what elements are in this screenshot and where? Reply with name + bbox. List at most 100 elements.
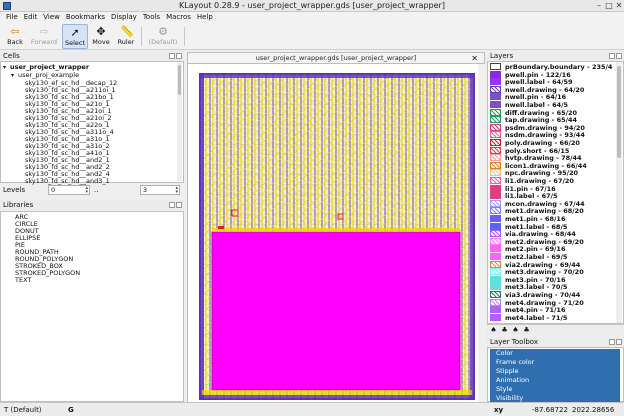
- group-layer-icon[interactable]: ♠: [511, 326, 520, 335]
- close-view-button[interactable]: ✕: [471, 53, 478, 64]
- toolbox-section-frame-color[interactable]: Frame color: [490, 358, 620, 367]
- default-mode-button[interactable]: ⚙ (Default): [145, 24, 181, 49]
- forward-button[interactable]: ⇨ Forward: [28, 24, 60, 49]
- select-tool-button[interactable]: ➚ Select: [62, 24, 88, 49]
- layer-swatch-icon: [490, 253, 501, 260]
- menu-file[interactable]: File: [3, 12, 21, 23]
- chevron-down-icon[interactable]: ▾: [3, 64, 10, 72]
- float-panel-button[interactable]: [609, 53, 615, 59]
- cells-scrollbar[interactable]: [177, 63, 182, 181]
- default-label: (Default): [148, 38, 178, 46]
- user-macro-block: [211, 231, 461, 391]
- remove-layer-icon[interactable]: ♣: [500, 326, 509, 335]
- status-x-coordinate: -87.68722: [532, 406, 568, 414]
- chevron-down-icon[interactable]: ▾: [11, 72, 18, 80]
- layer-swatch-icon: [490, 192, 501, 200]
- maximize-button[interactable]: □: [604, 1, 614, 10]
- spin-arrows-icon[interactable]: ▴ ▾: [175, 186, 178, 195]
- layer-swatch-icon: [490, 275, 501, 283]
- layer-swatch-icon: [490, 139, 501, 146]
- menu-macros[interactable]: Macros: [163, 12, 194, 23]
- libraries-panel-title: Libraries: [3, 201, 34, 209]
- libraries-panel-header: Libraries: [0, 200, 184, 210]
- status-bar: T (Default) G xy -87.68722 2022.28656: [0, 402, 624, 416]
- layout-canvas[interactable]: [187, 64, 485, 402]
- layer-swatch-icon: [490, 161, 501, 169]
- float-panel-button[interactable]: [609, 339, 615, 345]
- status-mode: T (Default): [4, 406, 42, 414]
- ruler-tool-button[interactable]: 📏 Ruler: [114, 24, 138, 49]
- float-panel-button[interactable]: [169, 53, 175, 59]
- levels-from-spinbox[interactable]: 0 ▴ ▾: [48, 185, 90, 195]
- levels-to-spinbox[interactable]: 3 ▴ ▾: [140, 185, 180, 195]
- layers-list[interactable]: prBoundary.boundary - 235/4 pwell.pin - 1…: [487, 61, 624, 324]
- cells-tree[interactable]: ▾ user_project_wrapper ▾ user_proj_example…: [0, 61, 184, 185]
- tree-child-label: user_proj_example: [18, 71, 80, 79]
- library-cell-item[interactable]: TEXT: [15, 276, 31, 284]
- libraries-list[interactable]: ARC CIRCLE DONUT ELLIPSE PIE ROUND_PATH ROUND_…: [0, 211, 184, 402]
- close-panel-button[interactable]: [616, 53, 622, 59]
- menu-display[interactable]: Display: [108, 12, 140, 23]
- ungroup-layer-icon[interactable]: ♣: [522, 326, 531, 335]
- menu-edit[interactable]: Edit: [21, 12, 41, 23]
- layer-name: met4.label - 71/5: [505, 313, 568, 322]
- layer-swatch-icon: [490, 237, 501, 245]
- toolbox-section-stipple[interactable]: Stipple: [490, 367, 620, 376]
- levels-label: Levels: [3, 186, 26, 194]
- menu-help[interactable]: Help: [194, 12, 216, 23]
- close-panel-button[interactable]: [176, 202, 182, 208]
- menu-bookmarks[interactable]: Bookmarks: [63, 12, 108, 23]
- layer-swatch-icon: [490, 131, 501, 139]
- toolbox-section-color[interactable]: Color: [490, 349, 620, 358]
- float-panel-button[interactable]: [169, 202, 175, 208]
- layer-swatch-icon: [490, 207, 501, 215]
- layer-toolbox-header: Layer Toolbox: [487, 337, 624, 347]
- layers-scrollbar[interactable]: [616, 62, 622, 323]
- layer-swatch-icon: [490, 184, 501, 192]
- layer-swatch-icon: [490, 78, 501, 86]
- minimize-button[interactable]: –: [594, 1, 604, 10]
- add-layer-icon[interactable]: ♠: [489, 326, 498, 335]
- layer-row[interactable]: met4.label - 71/5: [488, 313, 618, 322]
- layer-swatch-icon: [490, 116, 501, 124]
- cursor-icon: ➚: [70, 26, 80, 39]
- levels-separator: ..: [94, 186, 99, 194]
- move-label: Move: [92, 38, 110, 46]
- status-y-coordinate: 2022.28656: [572, 406, 615, 414]
- toolbox-section-style[interactable]: Style: [490, 385, 620, 394]
- spin-arrows-icon[interactable]: ▴ ▾: [85, 186, 88, 195]
- forward-label: Forward: [30, 38, 58, 46]
- layout-view-tab[interactable]: user_project_wrapper.gds [user_project_w…: [187, 52, 485, 64]
- layer-swatch-icon: [490, 230, 501, 238]
- close-button[interactable]: ✕: [614, 1, 624, 10]
- layer-swatch-icon: [490, 169, 501, 177]
- tree-root-cell[interactable]: ▾ user_project_wrapper: [3, 63, 89, 71]
- layer-swatch-icon: [490, 63, 501, 70]
- layer-swatch-icon: [490, 215, 501, 222]
- canvas-vertical-scrollbar[interactable]: [478, 64, 485, 402]
- layer-swatch-icon: [490, 245, 501, 253]
- layer-swatch-icon: [490, 298, 501, 306]
- main-toolbar: ⇦ Back ⇨ Forward ➚ Select ✥ Move 📏 Ruler…: [0, 23, 624, 50]
- move-tool-button[interactable]: ✥ Move: [89, 24, 113, 49]
- close-panel-button[interactable]: [176, 53, 182, 59]
- layer-toolbox-title: Layer Toolbox: [490, 338, 538, 346]
- cells-panel-title: Cells: [3, 52, 20, 60]
- layer-swatch-icon: [490, 154, 501, 162]
- back-button[interactable]: ⇦ Back: [3, 24, 27, 49]
- layer-swatch-icon: [490, 268, 501, 276]
- toolbox-section-animation[interactable]: Animation: [490, 376, 620, 385]
- gear-icon: ⚙: [158, 25, 168, 38]
- cells-scrollbar-thumb[interactable]: [178, 65, 181, 95]
- layer-swatch-icon: [490, 101, 501, 108]
- layers-scrollbar-thumb[interactable]: [617, 66, 621, 158]
- layer-swatch-icon: [490, 146, 501, 154]
- layer-swatch-icon: [490, 260, 501, 268]
- layer-swatch-icon: [490, 85, 501, 93]
- menu-view[interactable]: View: [40, 12, 63, 23]
- arrow-right-icon: ⇨: [39, 25, 49, 38]
- close-panel-button[interactable]: [616, 339, 622, 345]
- tree-child-cell[interactable]: ▾ user_proj_example: [11, 71, 79, 79]
- menu-tools[interactable]: Tools: [140, 12, 163, 23]
- status-grid: G: [68, 406, 74, 414]
